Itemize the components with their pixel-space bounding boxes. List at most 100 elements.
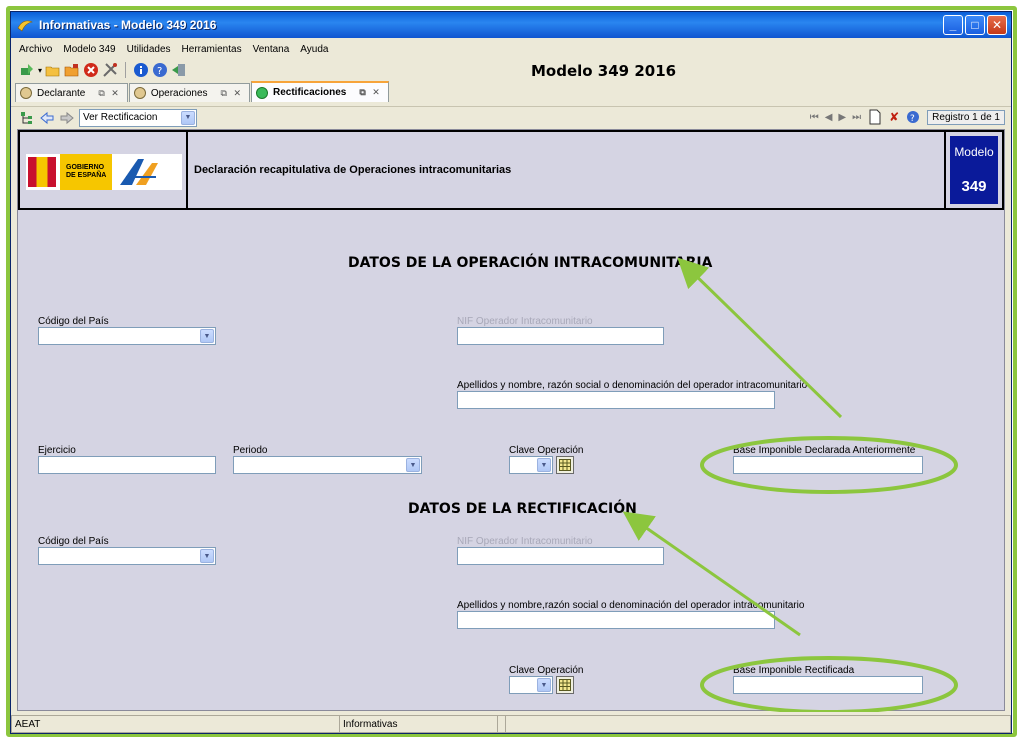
codigo-pais-label: Código del País: [38, 536, 109, 547]
tools-icon[interactable]: [102, 62, 118, 78]
open-folder-icon[interactable]: [45, 62, 61, 78]
tab-status-icon: [133, 87, 146, 99]
help-icon[interactable]: ?: [152, 62, 168, 78]
codigo-pais-select[interactable]: ▼: [38, 327, 216, 345]
first-record-icon[interactable]: ⏮: [810, 112, 819, 123]
ejercicio-label: Ejercicio: [38, 445, 76, 456]
app-window: Informativas - Modelo 349 2016 _ □ ✕ Arc…: [10, 11, 1012, 734]
last-record-icon[interactable]: ⏭: [852, 112, 861, 123]
gobierno-aeat-logo: GOBIERNO DE ESPAÑA: [26, 154, 182, 190]
tab-controls-icon[interactable]: ⧉ ✕: [359, 87, 381, 98]
tab-declarante[interactable]: Declarante ⧉ ✕: [15, 83, 128, 102]
forward-arrow-icon[interactable]: [59, 110, 75, 126]
record-counter: Registro 1 de 1: [927, 109, 1005, 125]
exit-icon[interactable]: [171, 62, 187, 78]
back-arrow-icon[interactable]: [39, 110, 55, 126]
svg-text:?: ?: [157, 66, 162, 77]
gobierno-espana-label: GOBIERNO DE ESPAÑA: [60, 154, 113, 190]
info-icon[interactable]: [133, 62, 149, 78]
section-rectificacion-title: DATOS DE LA RECTIFICACIÓN: [408, 501, 637, 517]
view-select[interactable]: Ver Rectificacion ▼: [79, 108, 197, 127]
delete-icon[interactable]: [83, 62, 99, 78]
menu-archivo[interactable]: Archivo: [19, 44, 52, 55]
close-button[interactable]: ✕: [987, 15, 1007, 35]
next-record-icon[interactable]: ▶: [838, 112, 846, 123]
clave-operacion-select[interactable]: ▼: [509, 456, 553, 474]
ejercicio-input[interactable]: [38, 456, 216, 474]
nif-rect-input[interactable]: [457, 547, 664, 565]
clave-operacion-rect-select[interactable]: ▼: [509, 676, 553, 694]
form-description: Declaración recapitulativa de Operacione…: [194, 164, 512, 176]
tab-rectificaciones[interactable]: Rectificaciones ⧉ ✕: [251, 81, 389, 102]
chevron-down-icon[interactable]: ▼: [200, 549, 214, 563]
tab-status-icon: [256, 86, 268, 99]
modelo-badge: Modelo 349: [950, 136, 998, 204]
maximize-button[interactable]: □: [965, 15, 985, 35]
apellidos-label: Apellidos y nombre,razón social o denomi…: [457, 600, 805, 611]
tab-controls-icon[interactable]: ⧉ ✕: [98, 88, 120, 99]
base-rectificada-input[interactable]: [733, 676, 923, 694]
periodo-select[interactable]: ▼: [233, 456, 422, 474]
form-header: GOBIERNO DE ESPAÑA Declaración recapitula…: [18, 130, 1004, 210]
navigation-bar: Ver Rectificacion ▼ ⏮ ◀ ▶ ⏭ ✘ ? Registro…: [11, 106, 1011, 128]
status-cell-aeat: AEAT: [11, 715, 339, 733]
new-record-icon[interactable]: [867, 109, 883, 125]
chevron-down-icon[interactable]: ▼: [537, 458, 551, 472]
save-folder-icon[interactable]: [64, 62, 80, 78]
tab-operaciones[interactable]: Operaciones ⧉ ✕: [128, 83, 250, 102]
apellidos-rect-input[interactable]: [457, 611, 775, 629]
base-anterior-label: Base Imponible Declarada Anteriormente: [733, 445, 916, 456]
minimize-button[interactable]: _: [943, 15, 963, 35]
periodo-label: Periodo: [233, 445, 268, 456]
nif-label: NIF Operador Intracomunitario: [457, 316, 593, 327]
apellidos-input[interactable]: [457, 391, 775, 409]
chevron-down-icon[interactable]: ▼: [537, 678, 551, 692]
add-record-icon[interactable]: [19, 62, 35, 78]
toolbar-separator: [125, 62, 127, 78]
svg-text:?: ?: [910, 114, 915, 124]
clave-operacion-label: Clave Operación: [509, 665, 584, 676]
nif-input[interactable]: [457, 327, 664, 345]
logo-cell: GOBIERNO DE ESPAÑA: [20, 132, 188, 208]
menu-ventana[interactable]: Ventana: [253, 44, 290, 55]
form-panel: GOBIERNO DE ESPAÑA Declaración recapitula…: [17, 129, 1005, 712]
modelo-label: Modelo: [954, 145, 994, 160]
spain-crest-icon: [28, 157, 56, 187]
clave-list-button[interactable]: [556, 456, 574, 474]
menu-modelo-349[interactable]: Modelo 349: [63, 44, 115, 55]
dropdown-arrow-icon[interactable]: ▾: [38, 66, 42, 75]
title-bar: Informativas - Modelo 349 2016 _ □ ✕: [11, 12, 1011, 38]
form-title: Modelo 349 2016: [531, 62, 677, 80]
menu-ayuda[interactable]: Ayuda: [300, 44, 328, 55]
table-list-icon: [559, 459, 571, 471]
modelo-number: 349: [961, 177, 987, 195]
chevron-down-icon[interactable]: ▼: [200, 329, 214, 343]
nif-label: NIF Operador Intracomunitario: [457, 536, 593, 547]
previous-record-icon[interactable]: ◀: [825, 112, 833, 123]
tab-status-icon: [20, 87, 32, 99]
status-cell-empty: [505, 715, 1011, 733]
apellidos-label: Apellidos y nombre, razón social o denom…: [457, 380, 808, 391]
chevron-down-icon[interactable]: ▼: [181, 110, 195, 125]
menu-utilidades[interactable]: Utilidades: [127, 44, 171, 55]
record-navigation: ⏮ ◀ ▶ ⏭ ✘ ? Registro 1 de 1: [810, 109, 1005, 125]
tree-view-icon[interactable]: [19, 110, 35, 126]
tab-strip: Declarante ⧉ ✕ Operaciones ⧉ ✕ Rectifica…: [15, 81, 390, 103]
tab-label: Rectificaciones: [273, 87, 347, 98]
menu-herramientas[interactable]: Herramientas: [182, 44, 242, 55]
codigo-pais-rect-select[interactable]: ▼: [38, 547, 216, 565]
base-rectificada-label: Base Imponible Rectificada: [733, 665, 855, 676]
toolbar: ▾ ?: [11, 59, 1011, 81]
app-icon: [17, 20, 33, 32]
base-anterior-input[interactable]: [733, 456, 923, 474]
section-operacion-title: DATOS DE LA OPERACIÓN INTRACOMUNITARIA: [348, 255, 713, 271]
status-cell-empty: [497, 715, 505, 733]
help-icon[interactable]: ?: [905, 109, 921, 125]
tab-controls-icon[interactable]: ⧉ ✕: [221, 88, 243, 99]
delete-record-icon[interactable]: ✘: [889, 110, 899, 124]
chevron-down-icon[interactable]: ▼: [406, 458, 420, 472]
tab-label: Declarante: [37, 87, 86, 99]
window-controls: _ □ ✕: [943, 15, 1007, 35]
view-select-value: Ver Rectificacion: [83, 112, 158, 123]
clave-list-button[interactable]: [556, 676, 574, 694]
